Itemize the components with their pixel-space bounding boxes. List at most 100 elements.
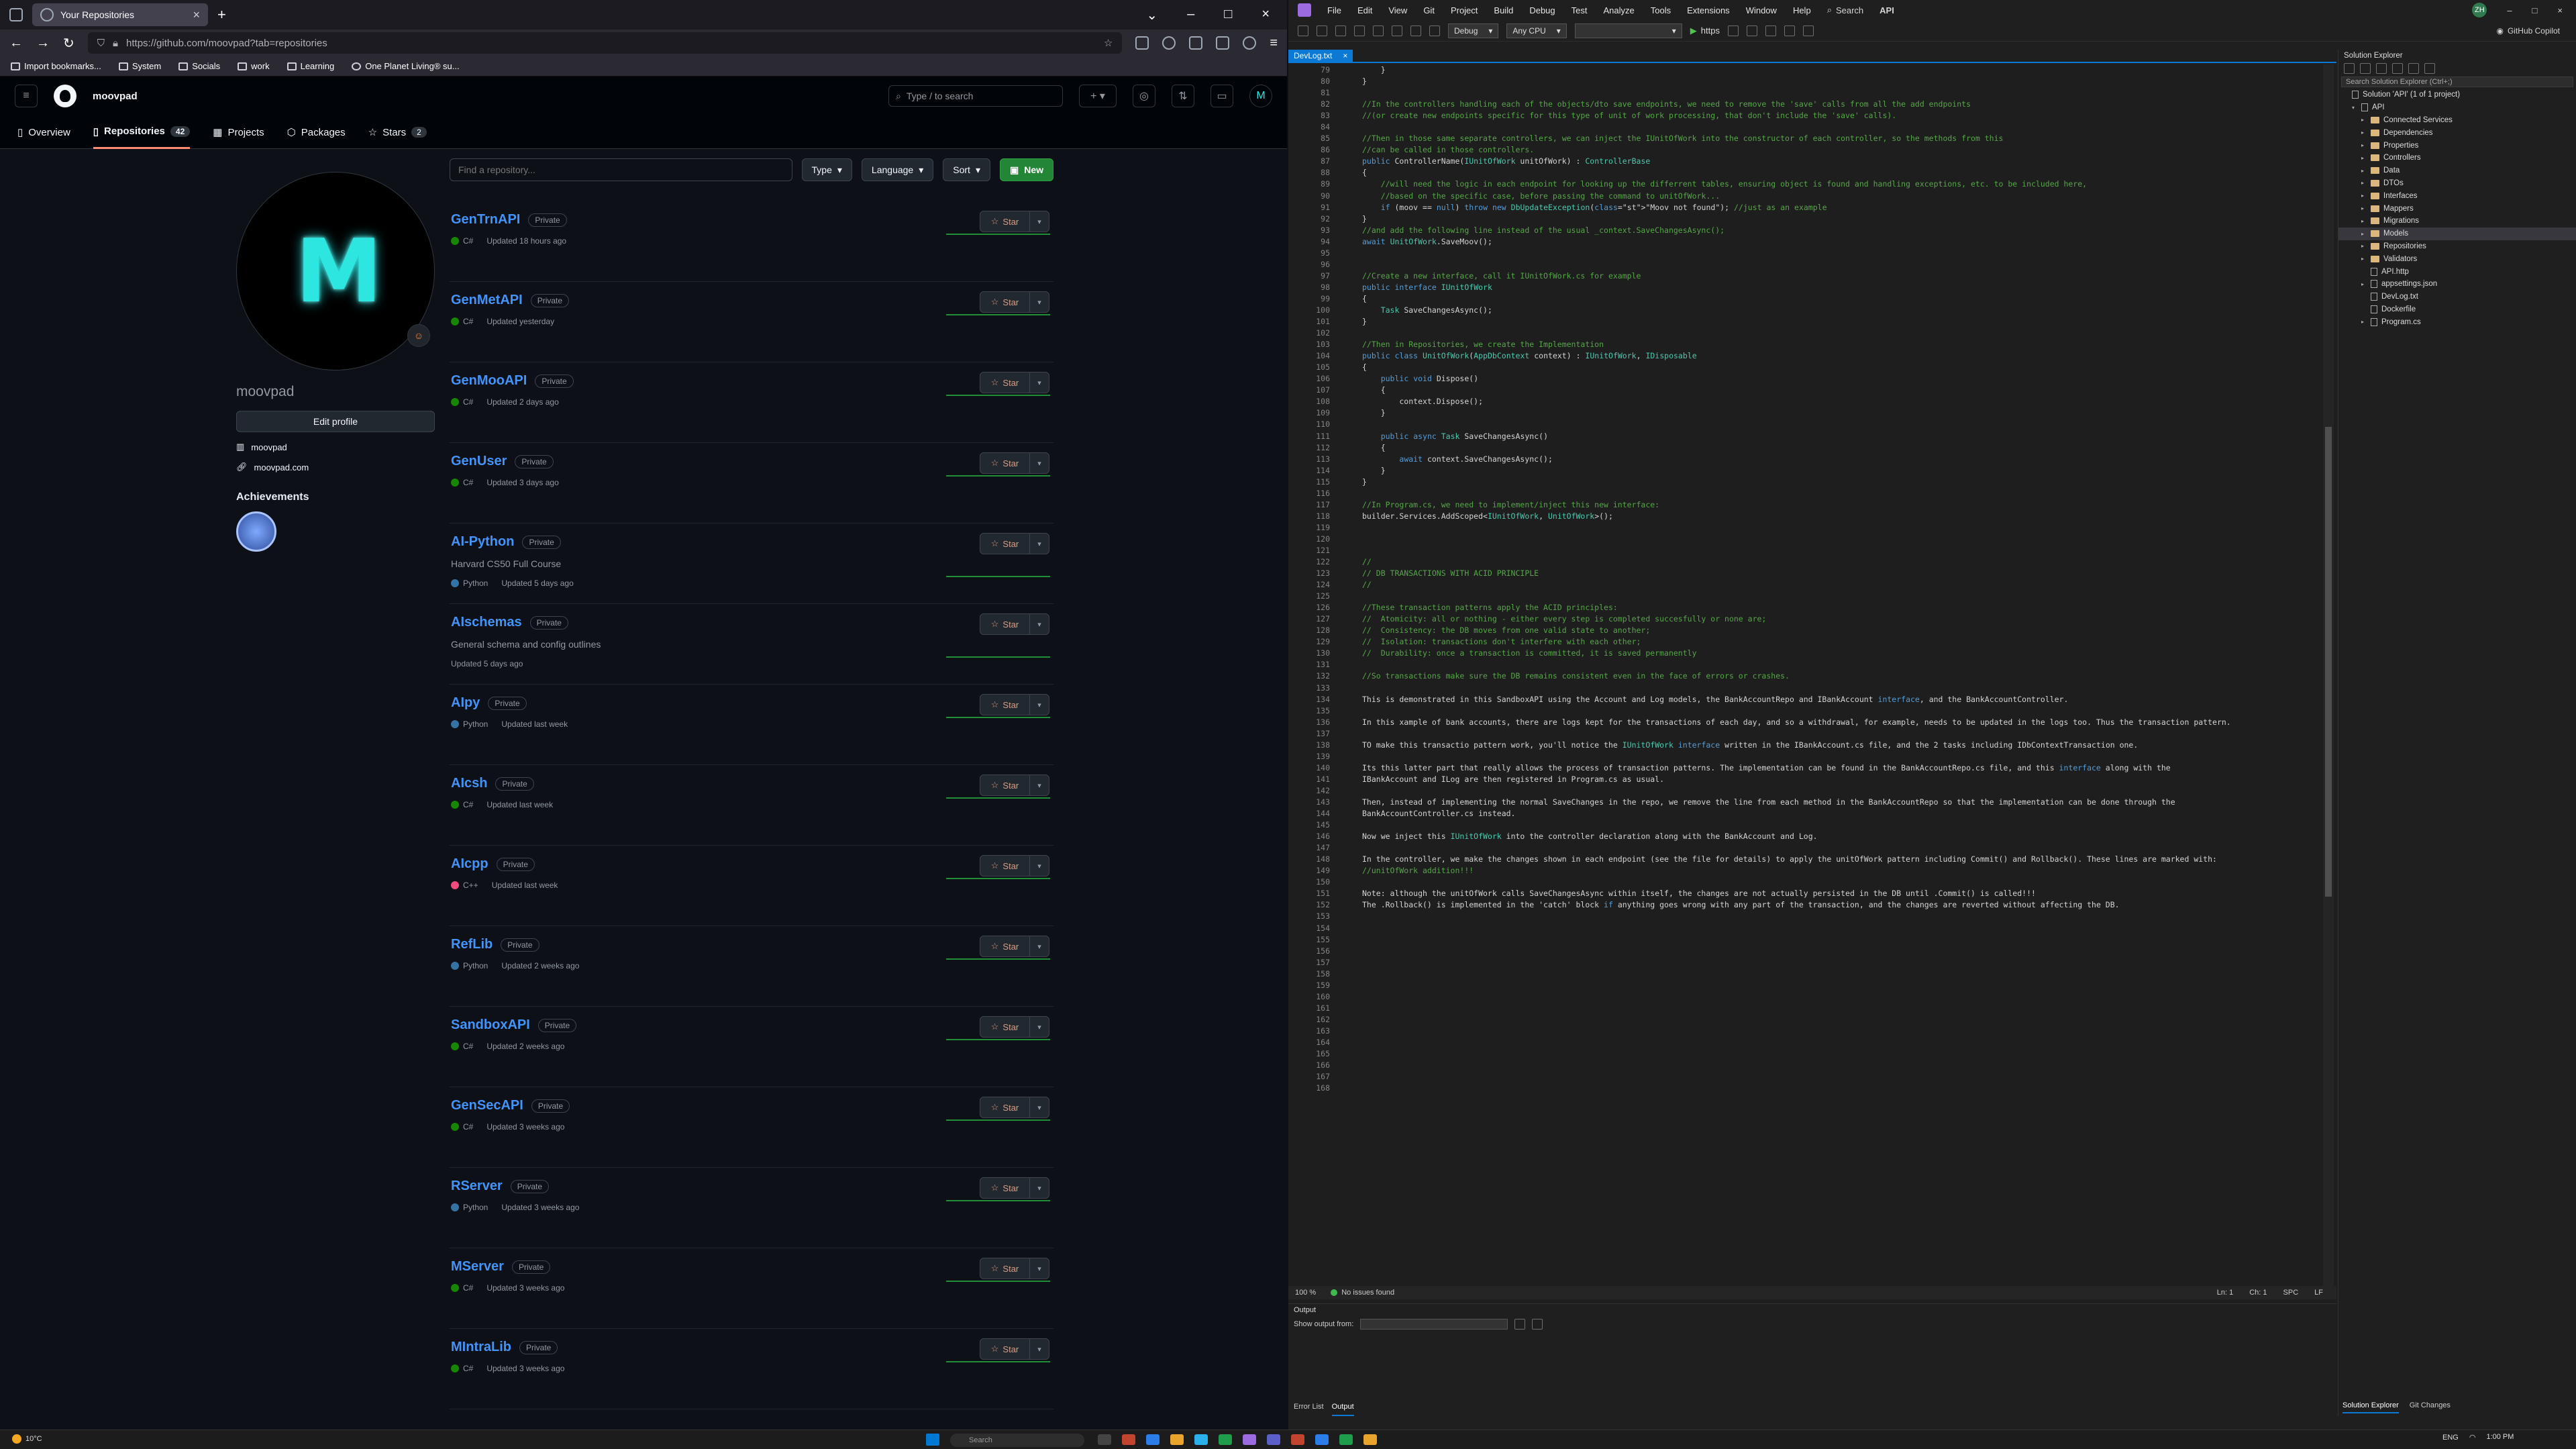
hamburger-menu-button[interactable]: ≡ [15, 85, 38, 107]
wrench-icon[interactable] [2424, 63, 2435, 74]
star-list-dropdown[interactable]: ▾ [1030, 1264, 1049, 1273]
code-line[interactable] [1362, 957, 2328, 968]
star-toggle[interactable]: ☆ Star [980, 1097, 1030, 1117]
redo-icon[interactable] [1429, 25, 1440, 36]
folder-icon[interactable] [1170, 1434, 1184, 1445]
issues-icon[interactable]: ◎ [1133, 85, 1155, 107]
tree-item[interactable]: ▸ Connected Services [2338, 114, 2576, 127]
achievement-badge[interactable] [236, 511, 276, 552]
star-toggle[interactable]: ☆ Star [980, 936, 1030, 956]
code-line[interactable]: await UnitOfWork.SaveMoov(); [1362, 236, 2328, 248]
code-line[interactable]: public ControllerName(IUnitOfWork unitOf… [1362, 156, 2328, 167]
profile-icon[interactable] [1243, 36, 1257, 50]
code-line[interactable] [1362, 522, 2328, 534]
app-icon[interactable] [1122, 1434, 1135, 1445]
expand-caret-icon[interactable]: ▸ [2361, 243, 2367, 249]
tree-item[interactable]: ▸ Interfaces [2338, 189, 2576, 202]
menu-debug[interactable]: Debug [1529, 5, 1555, 15]
code-line[interactable]: Now we inject this IUnitOfWork into the … [1362, 831, 2328, 842]
tree-item[interactable]: ▸ DTOs [2338, 177, 2576, 190]
address-bar[interactable]: ⛉ 🔒︎ https://github.com/moovpad?tab=repo… [87, 32, 1123, 54]
tree-item[interactable]: ▸ Validators [2338, 252, 2576, 265]
code-line[interactable] [1362, 534, 2328, 545]
code-line[interactable]: //will need the logic in each endpoint f… [1362, 179, 2328, 190]
app-icon[interactable] [1363, 1434, 1377, 1445]
wifi-icon[interactable]: ◠ [2469, 1433, 2476, 1442]
repo-name-link[interactable]: MServer Private [451, 1259, 551, 1275]
tree-item[interactable]: DevLog.txt [2338, 291, 2576, 303]
code-line[interactable] [1362, 1003, 2328, 1014]
menu-project[interactable]: Project [1451, 5, 1478, 15]
scrollbar-thumb[interactable] [2325, 427, 2332, 897]
expand-caret-icon[interactable]: ▸ [2361, 319, 2367, 325]
tab-repositories[interactable]: ▯ Repositories 42 [93, 115, 191, 149]
account-avatar[interactable]: ZH [2472, 3, 2487, 17]
save-icon[interactable] [1373, 25, 1384, 36]
code-line[interactable]: public void Dispose() [1362, 373, 2328, 385]
type-filter-button[interactable]: Type ▾ [801, 158, 852, 181]
close-icon[interactable]: × [2557, 5, 2563, 15]
expand-caret-icon[interactable]: ▸ [2361, 193, 2367, 199]
code-line[interactable]: //Then in Repositories, we create the Im… [1362, 339, 2328, 350]
sync-icon[interactable] [2360, 63, 2371, 74]
tab-stars[interactable]: ☆ Stars 2 [368, 115, 427, 149]
code-line[interactable]: //In the controllers handling each of th… [1362, 99, 2328, 110]
code-line[interactable]: public interface IUnitOfWork [1362, 282, 2328, 293]
menu-window[interactable]: Window [1746, 5, 1777, 15]
expand-caret-icon[interactable]: ▸ [2361, 205, 2367, 211]
code-line[interactable] [1362, 87, 2328, 99]
browser-tab[interactable]: Your Repositories × [32, 3, 208, 26]
star-list-dropdown[interactable]: ▾ [1030, 942, 1049, 951]
star-list-dropdown[interactable]: ▾ [1030, 701, 1049, 709]
tab-solution-explorer[interactable]: Solution Explorer [2342, 1401, 2399, 1413]
tab-error-list[interactable]: Error List [1294, 1403, 1324, 1416]
edit-profile-button[interactable]: Edit profile [236, 411, 435, 432]
star-button[interactable]: ☆ Star ▾ [980, 855, 1049, 877]
star-toggle[interactable]: ☆ Star [980, 372, 1030, 393]
tab-overview-icon[interactable] [9, 8, 23, 21]
close-icon[interactable]: × [1261, 7, 1270, 23]
tree-item[interactable]: ▸ Mappers [2338, 202, 2576, 215]
output-source-dropdown[interactable] [1360, 1319, 1508, 1330]
menu-view[interactable]: View [1388, 5, 1407, 15]
save-all-icon[interactable] [1392, 25, 1402, 36]
repo-name-link[interactable]: RServer Private [451, 1179, 550, 1194]
code-line[interactable] [1362, 934, 2328, 946]
code-line[interactable] [1362, 1071, 2328, 1083]
star-list-dropdown[interactable]: ▾ [1030, 298, 1049, 307]
code-line[interactable]: } [1362, 465, 2328, 477]
code-line[interactable] [1362, 705, 2328, 717]
star-list-dropdown[interactable]: ▾ [1030, 379, 1049, 387]
word-wrap-icon[interactable] [1532, 1319, 1543, 1330]
back-icon[interactable]: ← [9, 36, 23, 51]
app-icon[interactable] [1146, 1434, 1160, 1445]
expand-caret-icon[interactable]: ▸ [2361, 155, 2367, 161]
clear-output-icon[interactable] [1514, 1319, 1526, 1330]
code-line[interactable] [1362, 923, 2328, 934]
properties-icon[interactable] [2408, 63, 2419, 74]
repo-name-link[interactable]: AI-Python Private [451, 534, 561, 550]
code-line[interactable] [1362, 911, 2328, 922]
star-button[interactable]: ☆ Star ▾ [980, 452, 1049, 474]
menu-test[interactable]: Test [1572, 5, 1588, 15]
maximize-icon[interactable]: □ [2532, 5, 2538, 15]
show-all-files-icon[interactable] [2392, 63, 2403, 74]
star-button[interactable]: ☆ Star ▾ [980, 533, 1049, 554]
star-toggle[interactable]: ☆ Star [980, 211, 1030, 232]
profile-website[interactable]: 🔗︎ moovpad.com [236, 462, 435, 472]
code-line[interactable] [1362, 1026, 2328, 1037]
star-list-dropdown[interactable]: ▾ [1030, 862, 1049, 870]
code-line[interactable]: //based on the specific case, before pas… [1362, 191, 2328, 202]
start-button[interactable] [926, 1434, 939, 1446]
back-nav-icon[interactable] [1298, 25, 1308, 36]
language-filter-button[interactable]: Language ▾ [861, 158, 934, 181]
weather-widget[interactable]: 10°C [12, 1434, 42, 1444]
star-button[interactable]: ☆ Star ▾ [980, 936, 1049, 957]
find-repository-input[interactable] [450, 158, 792, 181]
code-line[interactable]: //Create a new interface, call it IUnitO… [1362, 270, 2328, 282]
code-line[interactable]: //These transaction patterns apply the A… [1362, 602, 2328, 613]
hot-reload-icon[interactable] [1746, 25, 1757, 36]
repo-name-link[interactable]: AIcpp Private [451, 856, 535, 872]
repo-name-link[interactable]: GenUser Private [451, 454, 554, 469]
github-logo-icon[interactable] [54, 85, 76, 107]
